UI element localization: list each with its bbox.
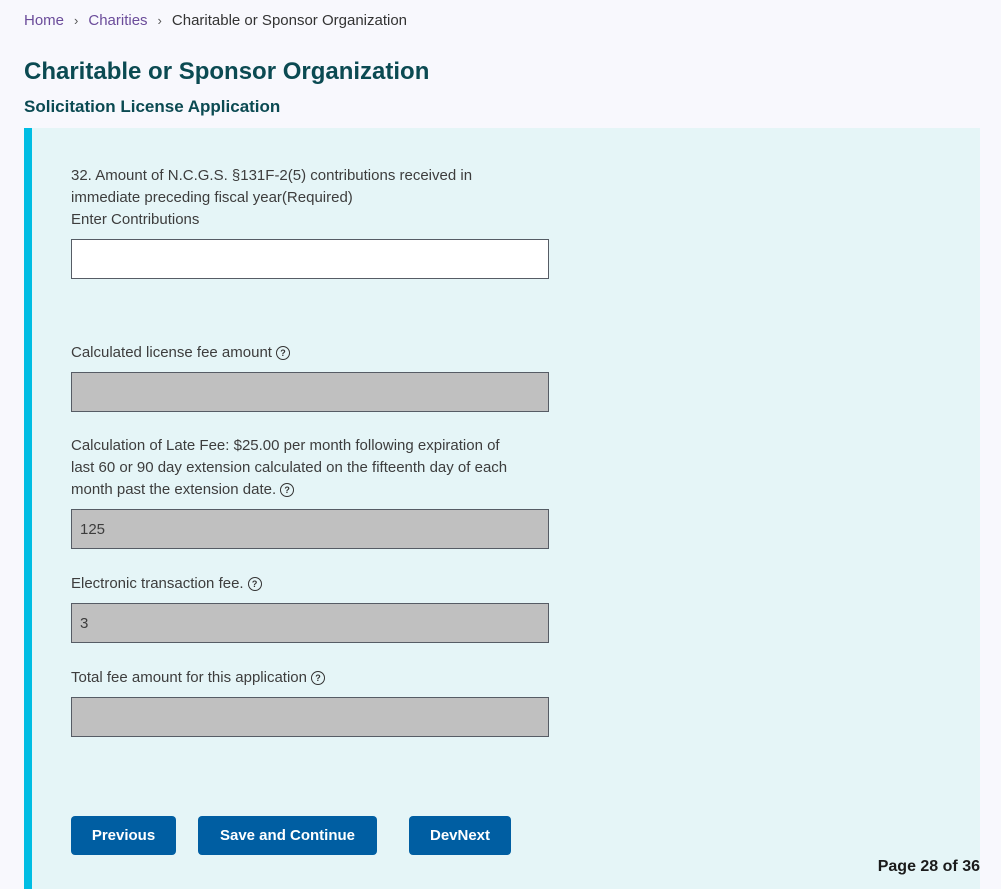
page-indicator: Page 28 of 36 [877,858,980,875]
help-icon[interactable]: ? [280,483,295,497]
page-subtitle: Solicitation License Application [24,97,281,116]
help-icon[interactable]: ? [310,671,325,685]
contributions-label-line: 32. Amount of N.C.G.S. §131F-2(5) contri… [71,167,473,184]
license-fee-label: Calculated license fee amount? [71,342,290,364]
breadcrumb-home-link[interactable]: Home [24,12,64,29]
breadcrumb-charities-link[interactable]: Charities [88,12,147,29]
breadcrumb-separator-icon: › [74,13,79,28]
form-panel: 32. Amount of N.C.G.S. §131F-2(5) contri… [24,128,980,889]
late-fee-label-line: last 60 or 90 day extension calculated o… [71,459,508,476]
total-fee-label-text: Total fee amount for this application [71,669,307,686]
license-fee-input [71,372,549,412]
contributions-input[interactable] [71,239,549,279]
help-icon[interactable]: ? [247,577,262,591]
save-and-continue-button[interactable]: Save and Continue [198,816,377,855]
dev-next-button[interactable]: DevNext [409,816,511,855]
transaction-fee-label: Electronic transaction fee.? [71,573,262,595]
late-fee-label: Calculation of Late Fee: $25.00 per mont… [71,435,507,501]
late-fee-label-line: month past the extension date. [71,481,277,498]
contributions-hint: Enter Contributions [71,211,200,228]
help-icon[interactable]: ? [275,346,290,360]
late-fee-input [71,509,549,549]
transaction-fee-label-text: Electronic transaction fee. [71,575,244,592]
total-fee-label: Total fee amount for this application? [71,667,325,689]
breadcrumb: Home › Charities › Charitable or Sponsor… [24,12,407,29]
total-fee-input [71,697,549,737]
previous-button[interactable]: Previous [71,816,176,855]
breadcrumb-separator-icon: › [157,13,162,28]
page-title: Charitable or Sponsor Organization [24,58,430,85]
license-fee-label-text: Calculated license fee amount [71,344,272,361]
breadcrumb-current: Charitable or Sponsor Organization [171,12,408,29]
contributions-label: 32. Amount of N.C.G.S. §131F-2(5) contri… [71,165,472,231]
late-fee-label-line: Calculation of Late Fee: $25.00 per mont… [71,437,500,454]
contributions-label-line: immediate preceding fiscal year(Required… [71,189,353,206]
transaction-fee-input [71,603,549,643]
